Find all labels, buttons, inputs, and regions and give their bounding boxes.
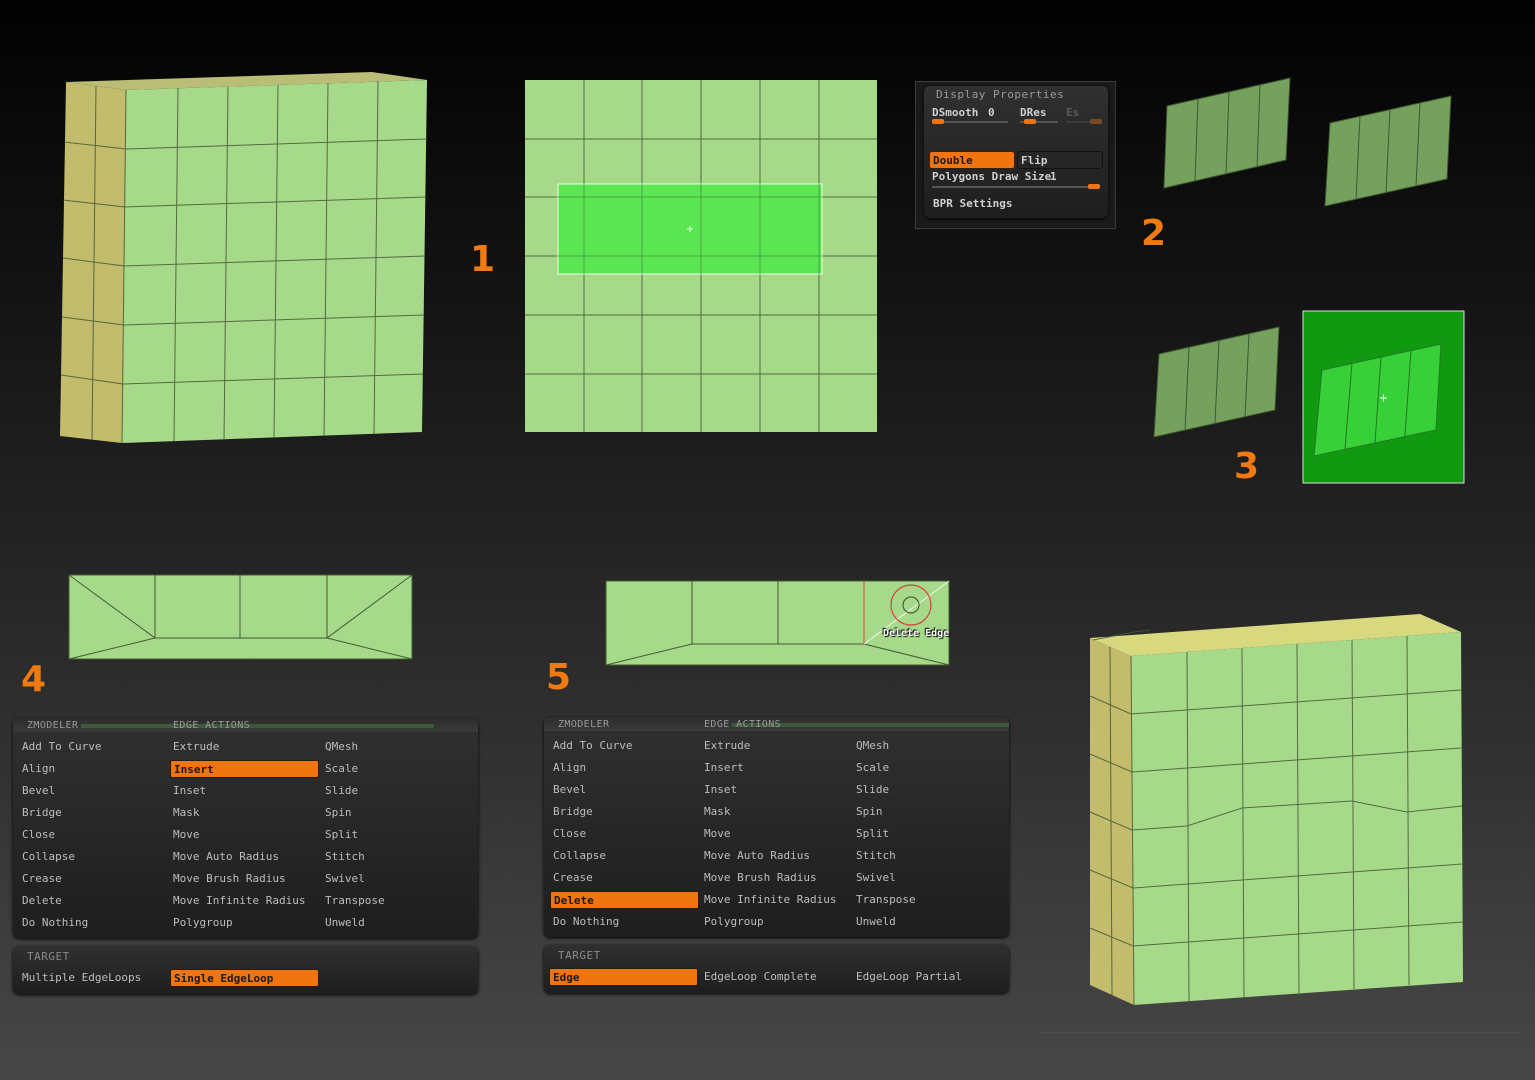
action-spin[interactable]: Spin — [853, 803, 1003, 821]
action-bevel[interactable]: Bevel — [550, 781, 699, 799]
edge-actions-header: EDGE ACTIONS — [704, 719, 782, 730]
zmodeler-panel-step-4: ZMODELER EDGE ACTIONS Add To Curve Align B… — [13, 718, 478, 938]
target-edgeloop-complete[interactable]: EdgeLoop Complete — [701, 968, 849, 986]
action-collapse[interactable]: Collapse — [550, 847, 699, 865]
action-collapse[interactable]: Collapse — [19, 848, 168, 866]
action-polygroup[interactable]: Polygroup — [701, 913, 850, 931]
target-single-edgeloop[interactable]: Single EdgeLoop — [170, 969, 319, 987]
target-title: TARGET — [27, 950, 70, 963]
action-move-brush-radius[interactable]: Move Brush Radius — [170, 870, 319, 888]
action-insert[interactable]: Insert — [170, 760, 319, 778]
zmodeler-target-panel-step-4: TARGET Multiple EdgeLoops Single EdgeLoo… — [13, 946, 478, 994]
action-swivel[interactable]: Swivel — [322, 870, 472, 888]
action-qmesh[interactable]: QMesh — [853, 737, 1003, 755]
target-title: TARGET — [558, 949, 601, 962]
action-unweld[interactable]: Unweld — [322, 914, 472, 932]
action-move-brush-radius[interactable]: Move Brush Radius — [701, 869, 850, 887]
action-split[interactable]: Split — [853, 825, 1003, 843]
action-qmesh[interactable]: QMesh — [322, 738, 472, 756]
action-crease[interactable]: Crease — [550, 869, 699, 887]
zmodeler-target-panel-step-5: TARGET Edge EdgeLoop Complete EdgeLoop P… — [544, 945, 1009, 993]
action-close[interactable]: Close — [550, 825, 699, 843]
action-scale[interactable]: Scale — [853, 759, 1003, 777]
action-mask[interactable]: Mask — [170, 804, 319, 822]
action-extrude[interactable]: Extrude — [170, 738, 319, 756]
action-swivel[interactable]: Swivel — [853, 869, 1003, 887]
action-bevel[interactable]: Bevel — [19, 782, 168, 800]
target-edgeloop-partial[interactable]: EdgeLoop Partial — [853, 968, 1003, 986]
action-delete[interactable]: Delete — [19, 892, 168, 910]
action-transpose[interactable]: Transpose — [853, 891, 1003, 909]
action-insert[interactable]: Insert — [701, 759, 850, 777]
action-stitch[interactable]: Stitch — [322, 848, 472, 866]
action-add-to-curve[interactable]: Add To Curve — [19, 738, 168, 756]
action-close[interactable]: Close — [19, 826, 168, 844]
action-bridge[interactable]: Bridge — [550, 803, 699, 821]
action-move[interactable]: Move — [170, 826, 319, 844]
action-crease[interactable]: Crease — [19, 870, 168, 888]
target-edge[interactable]: Edge — [549, 968, 698, 986]
action-split[interactable]: Split — [322, 826, 472, 844]
zmodeler-header: ZMODELER — [27, 720, 79, 731]
action-unweld[interactable]: Unweld — [853, 913, 1003, 931]
target-multiple-edgeloops[interactable]: Multiple EdgeLoops — [19, 969, 167, 987]
action-add-to-curve[interactable]: Add To Curve — [550, 737, 699, 755]
action-align[interactable]: Align — [550, 759, 699, 777]
action-extrude[interactable]: Extrude — [701, 737, 850, 755]
edge-actions-header: EDGE ACTIONS — [173, 720, 251, 731]
action-do-nothing[interactable]: Do Nothing — [19, 914, 168, 932]
action-do-nothing[interactable]: Do Nothing — [550, 913, 699, 931]
action-transpose[interactable]: Transpose — [322, 892, 472, 910]
action-stitch[interactable]: Stitch — [853, 847, 1003, 865]
action-spin[interactable]: Spin — [322, 804, 472, 822]
action-inset[interactable]: Inset — [170, 782, 319, 800]
divider-line — [1036, 1032, 1520, 1033]
action-move[interactable]: Move — [701, 825, 850, 843]
action-bridge[interactable]: Bridge — [19, 804, 168, 822]
action-scale[interactable]: Scale — [322, 760, 472, 778]
action-delete[interactable]: Delete — [550, 891, 699, 909]
action-move-auto-radius[interactable]: Move Auto Radius — [701, 847, 850, 865]
action-polygroup[interactable]: Polygroup — [170, 914, 319, 932]
zmodeler-header: ZMODELER — [558, 719, 610, 730]
action-inset[interactable]: Inset — [701, 781, 850, 799]
zmodeler-panel-step-5: ZMODELER EDGE ACTIONS Add To Curve Align B… — [544, 717, 1009, 937]
action-move-auto-radius[interactable]: Move Auto Radius — [170, 848, 319, 866]
action-slide[interactable]: Slide — [322, 782, 472, 800]
action-move-infinite-radius[interactable]: Move Infinite Radius — [170, 892, 319, 910]
action-move-infinite-radius[interactable]: Move Infinite Radius — [701, 891, 850, 909]
action-align[interactable]: Align — [19, 760, 168, 778]
action-mask[interactable]: Mask — [701, 803, 850, 821]
action-slide[interactable]: Slide — [853, 781, 1003, 799]
